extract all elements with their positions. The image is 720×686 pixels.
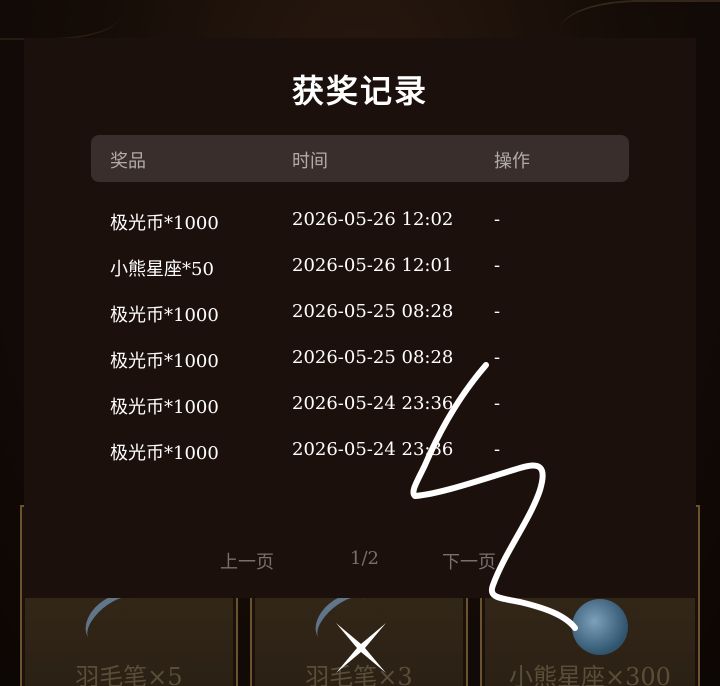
- row-time: 2026-05-25 08:28: [292, 301, 454, 322]
- next-page-button[interactable]: 下一页: [442, 548, 496, 574]
- row-action: -: [494, 439, 501, 460]
- row-prize: 极光币*1000: [110, 213, 219, 234]
- row-time: 2026-05-25 08:28: [292, 347, 454, 368]
- column-header-action: 操作: [494, 151, 530, 172]
- table-row: 极光币*1000 2026-05-25 08:28 -: [24, 336, 696, 382]
- close-icon: [336, 623, 386, 673]
- prize-card-label: 羽毛笔×5: [75, 663, 183, 686]
- prev-page-button[interactable]: 上一页: [220, 548, 274, 574]
- row-time: 2026-05-26 12:02: [292, 209, 454, 230]
- record-list: 极光币*1000 2026-05-26 12:02 - 小熊星座*50 2026…: [24, 198, 696, 474]
- column-header-time: 时间: [292, 151, 328, 172]
- table-row: 极光币*1000 2026-05-25 08:28 -: [24, 290, 696, 336]
- close-button[interactable]: [330, 617, 392, 679]
- branch-decoration: [0, 0, 120, 40]
- row-action: -: [494, 255, 501, 276]
- row-prize: 极光币*1000: [110, 443, 219, 464]
- row-prize: 小熊星座*50: [110, 259, 214, 280]
- table-row: 极光币*1000 2026-05-26 12:02 -: [24, 198, 696, 244]
- table-row: 极光币*1000 2026-05-24 23:36 -: [24, 382, 696, 428]
- row-time: 2026-05-26 12:01: [292, 255, 454, 276]
- table-row: 小熊星座*50 2026-05-26 12:01 -: [24, 244, 696, 290]
- row-time: 2026-05-24 23:36: [292, 393, 454, 414]
- row-prize: 极光币*1000: [110, 397, 219, 418]
- prize-record-modal: 获奖记录 奖品 时间 操作 极光币*1000 2026-05-26 12:02 …: [24, 38, 696, 598]
- row-time: 2026-05-24 23:36: [292, 439, 454, 460]
- column-header-prize: 奖品: [110, 151, 146, 172]
- row-prize: 极光币*1000: [110, 305, 219, 326]
- row-action: -: [494, 347, 501, 368]
- modal-title: 获奖记录: [291, 72, 428, 110]
- prize-card-label: 小熊星座×300: [509, 663, 671, 686]
- row-prize: 极光币*1000: [110, 351, 219, 372]
- row-action: -: [494, 209, 501, 230]
- row-action: -: [494, 301, 501, 322]
- table-row: 极光币*1000 2026-05-24 23:36 -: [24, 428, 696, 474]
- coin-icon: [572, 599, 628, 655]
- row-action: -: [494, 393, 501, 414]
- page-indicator: 1/2: [350, 548, 379, 569]
- table-header: 奖品 时间 操作: [91, 135, 629, 182]
- pagination: 上一页 1/2 下一页: [24, 548, 696, 574]
